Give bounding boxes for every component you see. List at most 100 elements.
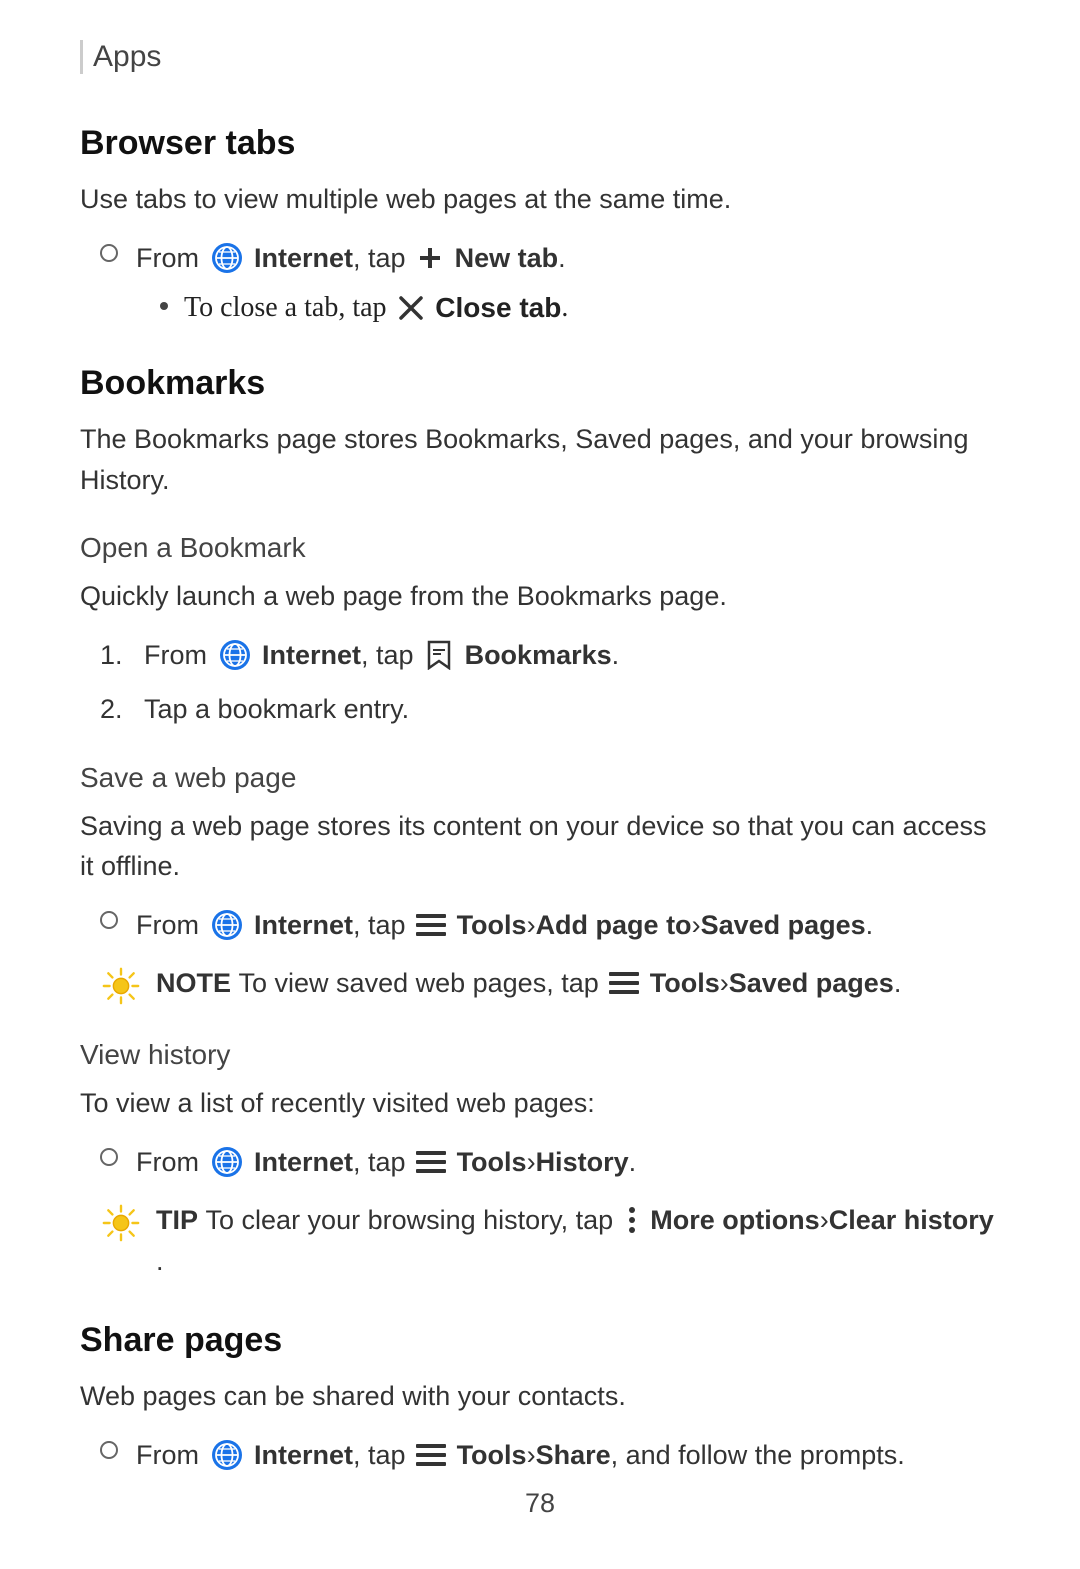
period-bm: . — [612, 635, 620, 676]
history-label: History — [536, 1142, 629, 1183]
x-icon-1 — [397, 294, 425, 322]
section-heading-share-pages: Share pages — [80, 1321, 1000, 1360]
history-content: From Internet , tap — [136, 1142, 636, 1183]
menu-icon-save — [416, 914, 446, 936]
section-bookmarks: Bookmarks The Bookmarks page stores Book… — [80, 364, 1000, 1281]
numbered-1-content: From Internet , tap — [144, 635, 619, 676]
bullet-circle-share — [100, 1441, 118, 1459]
internet-label-share: Internet — [247, 1435, 354, 1476]
section-share-pages: Share pages Web pages can be shared with… — [80, 1321, 1000, 1475]
arrow-note: › — [720, 963, 729, 1004]
arrow-history: › — [527, 1142, 536, 1183]
from-text-1: From — [136, 238, 207, 279]
from-text-save: From — [136, 905, 207, 946]
number-2: 2. — [100, 689, 136, 730]
view-history-description: To view a list of recently visited web p… — [80, 1083, 1000, 1124]
section-heading-bookmarks: Bookmarks — [80, 364, 1000, 403]
instruction-from-internet-bookmarks: 1. From Internet , tap — [100, 635, 1000, 676]
page-title: Apps — [93, 40, 161, 74]
subheading-save-web-page: Save a web page — [80, 762, 1000, 794]
tip-icon-1 — [100, 1202, 142, 1244]
share-label: Share — [536, 1435, 611, 1476]
share-content: From Internet , tap Tools › — [136, 1435, 905, 1476]
number-1: 1. — [100, 635, 136, 676]
bookmarks-description: The Bookmarks page stores Bookmarks, Sav… — [80, 419, 1000, 500]
internet-label-1: Internet — [247, 238, 354, 279]
more-options-label: More options — [643, 1200, 820, 1241]
tools-label-history: Tools — [449, 1142, 527, 1183]
close-tab-label: Close tab — [428, 292, 562, 324]
tip-clear-history: TIP To clear your browsing history, tap … — [100, 1200, 1000, 1281]
instruction-save-page: From Internet , tap — [100, 905, 1000, 946]
internet-label-history: Internet — [247, 1142, 354, 1183]
internet-icon-save — [210, 908, 244, 942]
internet-icon-share — [210, 1438, 244, 1472]
internet-label-save: Internet — [247, 905, 354, 946]
arrow-share: › — [527, 1435, 536, 1476]
tip-lightbulb-icon — [100, 1201, 142, 1245]
note-lightbulb-icon — [100, 964, 142, 1008]
new-tab-label: New tab — [447, 238, 558, 279]
bookmark-icon-1 — [424, 640, 454, 670]
saved-pages-label-note: Saved pages — [729, 963, 894, 1004]
save-web-page-description: Saving a web page stores its content on … — [80, 806, 1000, 887]
instruction-close-tab: To close a tab, tap Close tab . — [160, 292, 1000, 324]
instruction-new-tab: From Internet , tap New tab — [100, 238, 1000, 279]
period-close: . — [561, 292, 568, 324]
tip-content-1: TIP To clear your browsing history, tap … — [156, 1200, 1000, 1281]
bullet-circle-save — [100, 911, 118, 929]
arrow-2: › — [692, 905, 701, 946]
subsection-save-web-page: Save a web page Saving a web page stores… — [80, 762, 1000, 1008]
tip-label-1: TIP — [156, 1200, 206, 1241]
bullet-circle-1 — [100, 244, 118, 262]
note-icon-1 — [100, 965, 142, 1007]
note-saved-pages: NOTE To view saved web pages, tap Tools … — [100, 963, 1000, 1007]
period-save: . — [866, 905, 874, 946]
clear-history-label: Clear history — [829, 1200, 994, 1241]
arrow-1: › — [527, 905, 536, 946]
follow-text: , and follow the prompts. — [611, 1435, 905, 1476]
subsection-open-bookmark: Open a Bookmark Quickly launch a web pag… — [80, 532, 1000, 730]
browser-tabs-description: Use tabs to view multiple web pages at t… — [80, 179, 1000, 220]
tools-label-share: Tools — [449, 1435, 527, 1476]
menu-icon-share — [416, 1444, 446, 1466]
menu-icon-note — [609, 972, 639, 994]
bullet-dot-1 — [160, 302, 168, 310]
tap-text-history: , tap — [353, 1142, 413, 1183]
more-options-icon-1 — [624, 1206, 640, 1234]
menu-icon-history — [416, 1151, 446, 1173]
section-browser-tabs: Browser tabs Use tabs to view multiple w… — [80, 124, 1000, 324]
arrow-tip: › — [820, 1200, 829, 1241]
period-history: . — [629, 1142, 637, 1183]
note-content-1: NOTE To view saved web pages, tap Tools … — [156, 963, 901, 1004]
internet-icon-history — [210, 1145, 244, 1179]
period-tip: . — [156, 1241, 164, 1282]
instruction-history: From Internet , tap — [100, 1142, 1000, 1183]
tap-text-share: , tap — [353, 1435, 413, 1476]
save-page-content: From Internet , tap — [136, 905, 873, 946]
from-text-history: From — [136, 1142, 207, 1183]
plus-icon-1 — [416, 244, 444, 272]
page-container: Apps Browser tabs Use tabs to view multi… — [0, 0, 1080, 1569]
note-text-1: To view saved web pages, tap — [239, 963, 607, 1004]
page-number: 78 — [0, 1488, 1080, 1519]
internet-icon-1 — [210, 241, 244, 275]
instruction-new-tab-content: From Internet , tap New tab — [136, 238, 566, 279]
tools-label-note: Tools — [642, 963, 720, 1004]
instruction-close-tab-content: To close a tab, tap Close tab . — [184, 292, 568, 324]
saved-pages-label: Saved pages — [701, 905, 866, 946]
close-tab-text: To close a tab, tap — [184, 292, 394, 324]
bullet-circle-history — [100, 1148, 118, 1166]
tip-text-1: To clear your browsing history, tap — [206, 1200, 621, 1241]
tap-text-1: , tap — [353, 238, 413, 279]
tap-text-bm: , tap — [361, 635, 421, 676]
instruction-share: From Internet , tap Tools › — [100, 1435, 1000, 1476]
period-1: . — [558, 238, 566, 279]
subheading-open-bookmark: Open a Bookmark — [80, 532, 1000, 564]
note-label-1: NOTE — [156, 963, 239, 1004]
subheading-view-history: View history — [80, 1039, 1000, 1071]
tools-label-save: Tools — [449, 905, 527, 946]
subsection-view-history: View history To view a list of recently … — [80, 1039, 1000, 1281]
tap-bookmark-text: Tap a bookmark entry. — [144, 689, 409, 730]
share-pages-description: Web pages can be shared with your contac… — [80, 1376, 1000, 1417]
